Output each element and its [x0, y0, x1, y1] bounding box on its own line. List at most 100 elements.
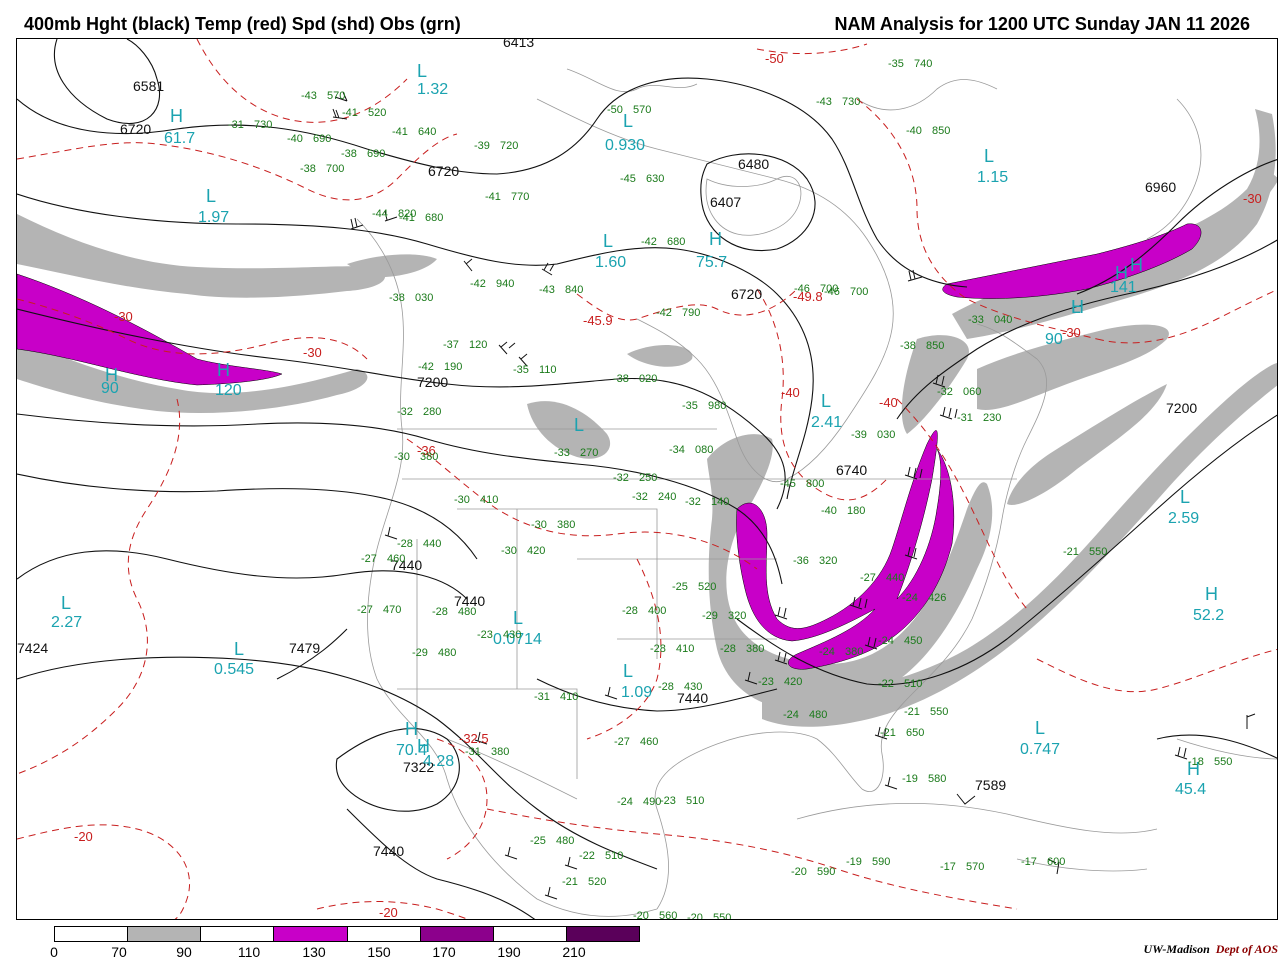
observation-height: 850 [926, 340, 944, 352]
observation-temperature: -32 [632, 491, 648, 503]
height-contour-label: 7200 [1166, 400, 1197, 416]
observation-temperature: -37 [443, 339, 459, 351]
observation-height: 040 [994, 314, 1012, 326]
observation-height: 480 [556, 835, 574, 847]
wind-barbs [332, 91, 1256, 900]
extremum-letter: L [623, 661, 633, 681]
observation-temperature: -25 [672, 581, 688, 593]
observation-height: 510 [605, 850, 623, 862]
extremum-letter: L [603, 231, 613, 251]
observation-temperature: -40 [821, 505, 837, 517]
height-contour-label: 6413 [503, 39, 534, 50]
extremum-value: 0.545 [214, 661, 254, 678]
observation-height: 410 [480, 494, 498, 506]
extremum-letter: L [417, 61, 427, 81]
observation-height: 080 [695, 444, 713, 456]
observation-height: 700 [850, 286, 868, 298]
observation-temperature: -40 [906, 125, 922, 137]
height-contour-label: 6480 [738, 156, 769, 172]
observation-height: 400 [648, 605, 666, 617]
observation-height: 770 [511, 191, 529, 203]
extremum-value: 2.59 [1168, 510, 1199, 527]
map-title: 400mb Hght (black) Temp (red) Spd (shd) … [24, 14, 461, 34]
observation-temperature: -23 [660, 795, 676, 807]
observation-temperature: -42 [418, 361, 434, 373]
extremum-value: 61.7 [164, 130, 195, 147]
observation-height: 460 [640, 736, 658, 748]
height-contour-label: 6720 [731, 286, 762, 302]
extremum-value: 2.41 [811, 414, 842, 431]
observation-temperature: -38 [341, 148, 357, 160]
observation-height: 580 [928, 773, 946, 785]
extremum-letter: L [1180, 487, 1190, 507]
observation-temperature: -24 [617, 796, 633, 808]
observation-temperature: -42 [470, 278, 486, 290]
legend-tick-label: 70 [111, 944, 127, 960]
observation-temperature: -28 [720, 643, 736, 655]
observation-height: 700 [326, 163, 344, 175]
extremum-letter: L [984, 146, 994, 166]
observation-temperature: -35 [888, 58, 904, 70]
observation-temperature: -38 [613, 373, 629, 385]
observation-temperature: -17 [1021, 856, 1037, 868]
observation-temperature: -18 [1188, 756, 1204, 768]
observation-temperature: -22 [878, 678, 894, 690]
observation-height: 430 [503, 629, 521, 641]
observation-temperature: -17 [940, 861, 956, 873]
extremum-value: 90 [101, 380, 119, 397]
height-contour-label: 7200 [417, 374, 448, 390]
observation-temperature: -34 [669, 444, 685, 456]
legend-tick-label: 210 [562, 944, 586, 960]
temperature-contour-label: -30 [1062, 325, 1081, 340]
observation-temperature: -35 [513, 364, 529, 376]
observation-temperature: -32 [937, 386, 953, 398]
legend-bin-190-210 [566, 927, 639, 941]
observation-height: 140 [711, 496, 729, 508]
legend-bin-170-190 [493, 927, 567, 941]
height-contour-label: 6720 [120, 121, 151, 137]
observation-temperature: -20 [687, 912, 703, 920]
extremum-value: 90 [1045, 331, 1063, 348]
extremum-value: 141 [1110, 279, 1137, 296]
observation-temperature: -27 [361, 553, 377, 565]
observation-temperature: -29 [412, 647, 428, 659]
map-valid-time: NAM Analysis for 1200 UTC Sunday JAN 11 … [834, 14, 1251, 34]
extremum-value: 4.28 [423, 753, 454, 770]
map-frame: 6413 6581 6720 6720 6480 6407 6720 6960 7200 7200… [16, 38, 1278, 920]
observation-temperature: -30 [454, 494, 470, 506]
observation-temperature: -23 [758, 676, 774, 688]
observation-height: 590 [817, 866, 835, 878]
observation-height: 570 [633, 104, 651, 116]
legend-bin-150-170 [420, 927, 494, 941]
legend-bin-0-70 [55, 927, 129, 941]
extremum-value: 45.4 [1175, 781, 1206, 798]
observation-temperature: -24 [902, 592, 918, 604]
observation-temperature: -38 [900, 340, 916, 352]
credit-university: UW-Madison [1143, 942, 1210, 956]
observation-temperature: -31 [228, 119, 244, 131]
observation-temperature: -41 [342, 107, 358, 119]
observation-height: 120 [469, 339, 487, 351]
observation-height: 440 [423, 538, 441, 550]
observation-temperature: -44 [372, 208, 388, 220]
observation-height: 060 [963, 386, 981, 398]
temperature-contour-label: -20 [379, 905, 398, 920]
legend-tick-label: 90 [176, 944, 192, 960]
legend-tick-label: 150 [367, 944, 391, 960]
observation-temperature: -32 [685, 496, 701, 508]
observation-temperature: -30 [394, 451, 410, 463]
observation-temperature: -20 [633, 910, 649, 920]
observation-temperature: -29 [702, 610, 718, 622]
observation-temperature: -28 [432, 606, 448, 618]
observation-height: 570 [966, 861, 984, 873]
temperature-contour-label: -40 [879, 395, 898, 410]
observation-height: 470 [383, 604, 401, 616]
observation-height: 480 [438, 647, 456, 659]
observation-height: 520 [698, 581, 716, 593]
observation-height: 600 [1047, 856, 1065, 868]
observation-height: 420 [527, 545, 545, 557]
observation-temperature: -33 [554, 447, 570, 459]
observation-temperature: -35 [682, 400, 698, 412]
observation-height: 440 [886, 572, 904, 584]
observation-temperature: -21 [880, 727, 896, 739]
